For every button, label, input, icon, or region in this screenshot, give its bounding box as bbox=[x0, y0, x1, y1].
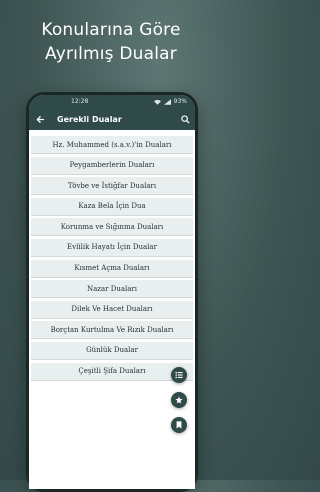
list-item[interactable]: Kısmet Açma Duaları bbox=[31, 259, 193, 278]
app-bar: Gerekli Dualar bbox=[29, 108, 195, 130]
list-item[interactable]: Hz. Muhammed (s.a.v.)'in Duaları bbox=[31, 136, 193, 154]
dua-list: Hz. Muhammed (s.a.v.)'in Duaları Peygamb… bbox=[29, 130, 195, 381]
app-bar-title: Gerekli Dualar bbox=[57, 114, 122, 124]
list-item[interactable]: Nazar Duaları bbox=[31, 280, 193, 299]
phone-screen: 12:28 93% Gerekli Dualar Hz. Muhammed (s… bbox=[29, 95, 195, 489]
list-item[interactable]: Dilek Ve Hacet Duaları bbox=[31, 300, 193, 319]
search-icon bbox=[180, 114, 190, 124]
back-button[interactable] bbox=[29, 108, 51, 130]
promo-headline-line2: Ayrılmış Dualar bbox=[45, 44, 177, 64]
promo-headline: Konularına Göre Ayrılmış Dualar bbox=[0, 18, 222, 66]
list-item[interactable]: Borçtan Kurtulma Ve Rızık Duaları bbox=[31, 321, 193, 340]
bookmark-fab-button[interactable] bbox=[171, 417, 187, 433]
signal-icon bbox=[163, 98, 171, 105]
favorite-fab-button[interactable] bbox=[171, 392, 187, 408]
list-icon bbox=[175, 371, 183, 379]
status-icons: 93% bbox=[153, 98, 187, 105]
list-fab-button[interactable] bbox=[171, 367, 187, 383]
promo-headline-line1: Konularına Göre bbox=[41, 20, 181, 40]
status-time: 12:28 bbox=[71, 98, 89, 105]
list-item[interactable]: Peygamberlerin Duaları bbox=[31, 156, 193, 175]
list-item[interactable]: Korunma ve Sığınma Duaları bbox=[31, 218, 193, 237]
status-bar: 12:28 93% bbox=[29, 95, 195, 108]
bookmark-icon bbox=[176, 421, 182, 429]
list-item[interactable]: Tövbe ve İstiğfar Duaları bbox=[31, 177, 193, 196]
wifi-icon bbox=[153, 99, 161, 105]
list-item[interactable]: Günlük Dualar bbox=[31, 341, 193, 360]
star-icon bbox=[175, 396, 183, 404]
arrow-back-icon bbox=[35, 115, 44, 123]
list-item[interactable]: Çeşitli Şifa Duaları bbox=[31, 362, 193, 381]
list-item[interactable]: Evlilik Hayatı İçin Dualar bbox=[31, 238, 193, 257]
list-item[interactable]: Kaza Bela İçin Dua bbox=[31, 197, 193, 216]
search-button[interactable] bbox=[175, 108, 195, 130]
phone-frame: 12:28 93% Gerekli Dualar Hz. Muhammed (s… bbox=[26, 92, 198, 492]
battery-level: 93% bbox=[173, 98, 187, 105]
